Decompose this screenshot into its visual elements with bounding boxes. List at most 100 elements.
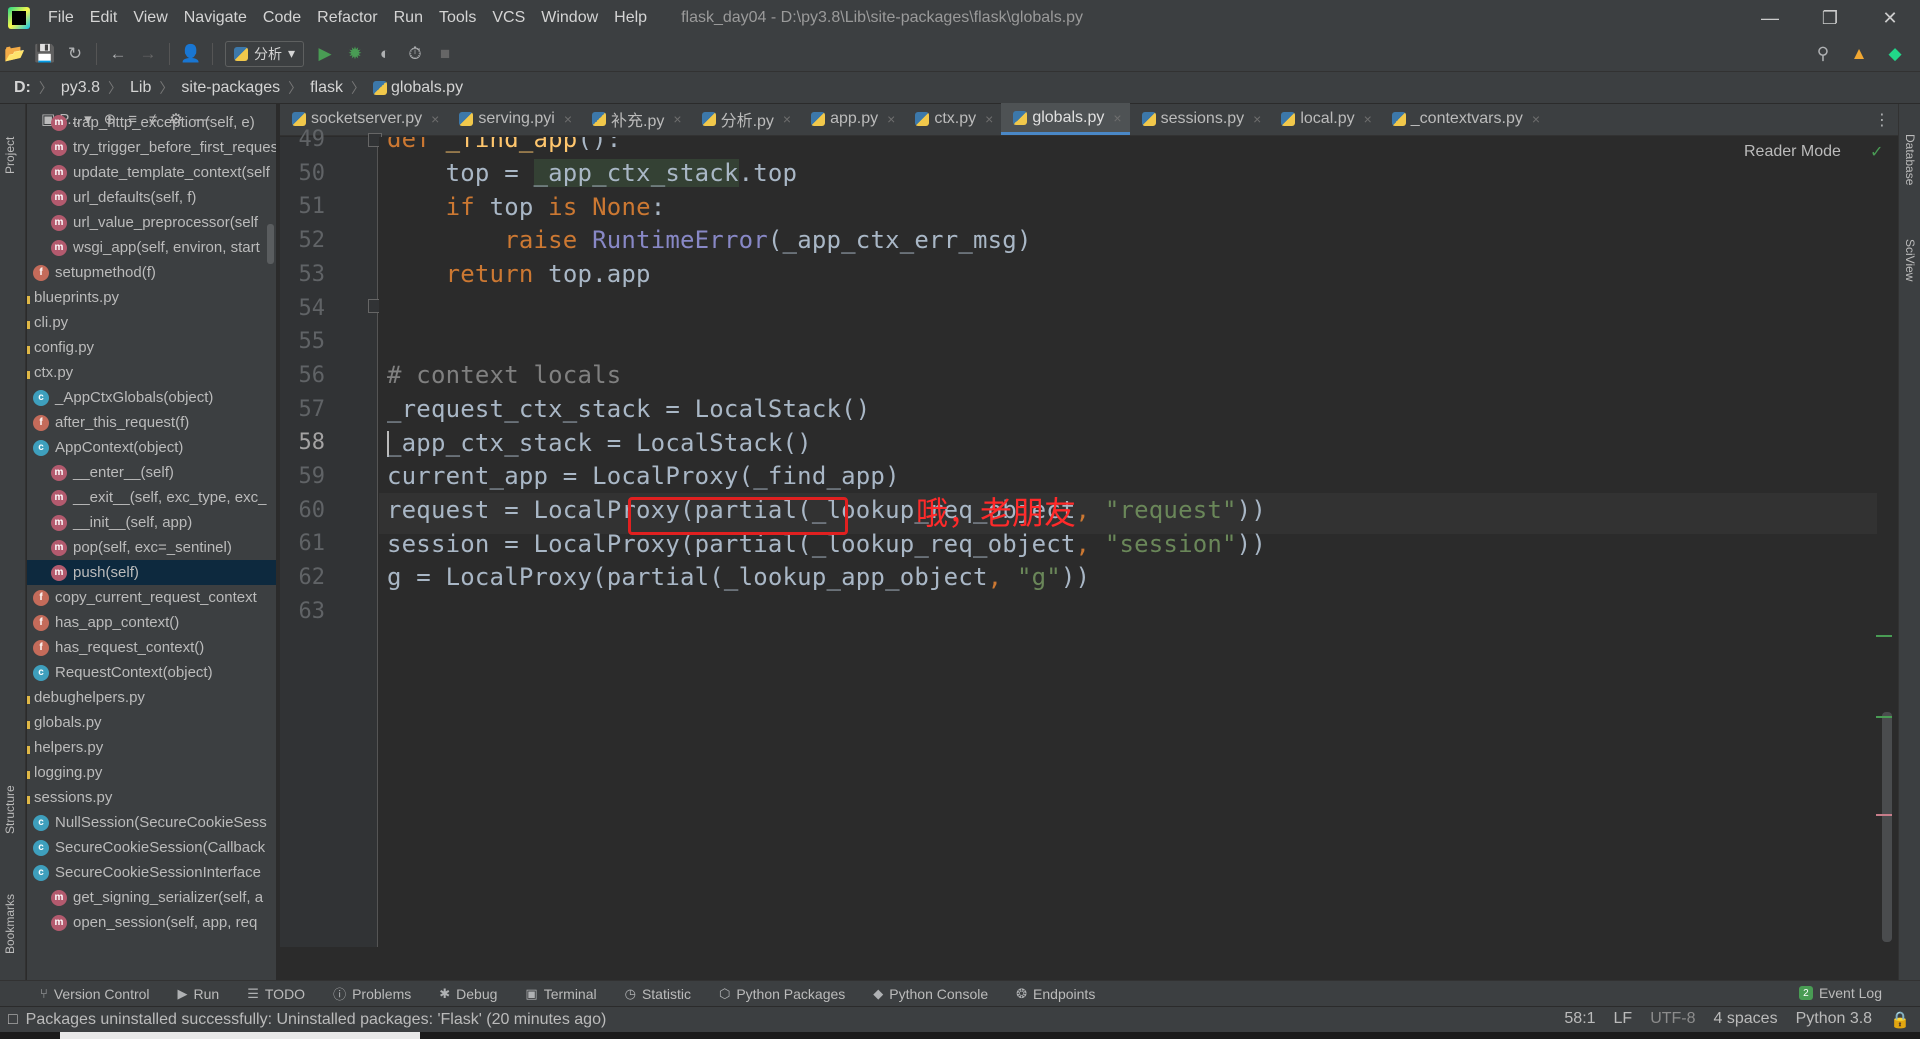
- profile-icon[interactable]: ⏱: [400, 39, 430, 69]
- tree-item[interactable]: m trap_http_exception(self, e): [27, 110, 276, 135]
- tool-window-button[interactable]: ◆ Python Console: [873, 986, 988, 1002]
- file-encoding[interactable]: UTF-8: [1650, 1010, 1695, 1030]
- run-icon[interactable]: ▶: [310, 39, 340, 69]
- editor-tab[interactable]: ctx.py ×: [903, 103, 1001, 135]
- tabs-menu-icon[interactable]: ⋮: [1874, 110, 1890, 130]
- structure-tool-button[interactable]: Structure: [3, 785, 17, 834]
- menu-help[interactable]: Help: [606, 0, 655, 36]
- event-log-button[interactable]: 2 Event Log: [1798, 985, 1882, 1001]
- breadcrumb-py38[interactable]: py3.8: [61, 79, 100, 97]
- tree-item[interactable]: m url_value_preprocessor(self: [27, 210, 276, 235]
- status-message[interactable]: □ Packages uninstalled successfully: Uni…: [8, 1011, 606, 1029]
- editor-tab[interactable]: app.py ×: [799, 103, 903, 135]
- tree-item[interactable]: m __enter__(self): [27, 460, 276, 485]
- open-folder-icon[interactable]: 📂: [0, 39, 30, 69]
- tree-item[interactable]: c RequestContext(object): [27, 660, 276, 685]
- menu-refactor[interactable]: Refactor: [309, 0, 385, 36]
- change-marker[interactable]: [1876, 716, 1892, 718]
- tree-item[interactable]: m open_session(self, app, req: [27, 910, 276, 935]
- tree-item[interactable]: m get_signing_serializer(self, a: [27, 885, 276, 910]
- change-marker[interactable]: [1876, 635, 1892, 637]
- tab-close-icon[interactable]: ×: [431, 111, 439, 127]
- breadcrumb-site-packages[interactable]: site-packages: [181, 79, 280, 97]
- tree-item[interactable]: m push(self): [27, 560, 276, 585]
- bookmarks-tool-button[interactable]: Bookmarks: [3, 894, 17, 954]
- menu-window[interactable]: Window: [533, 0, 606, 36]
- tree-item[interactable]: c AppContext(object): [27, 435, 276, 460]
- tree-item[interactable]: c SecureCookieSession(Callback: [27, 835, 276, 860]
- reader-mode-button[interactable]: Reader Mode: [1744, 143, 1841, 161]
- tree-item[interactable]: helpers.py: [27, 735, 276, 760]
- forward-arrow-icon[interactable]: →: [133, 39, 163, 69]
- stop-icon[interactable]: ■: [430, 39, 460, 69]
- tool-window-button[interactable]: ❂ Endpoints: [1016, 986, 1095, 1002]
- close-icon[interactable]: ✕: [1860, 0, 1920, 36]
- search-icon[interactable]: ⚲: [1808, 39, 1838, 69]
- tree-item[interactable]: m __exit__(self, exc_type, exc_: [27, 485, 276, 510]
- editor-tab[interactable]: 补充.py ×: [580, 103, 690, 135]
- jetbrains-icon[interactable]: ◆: [1880, 39, 1910, 69]
- tab-close-icon[interactable]: ×: [1113, 110, 1121, 126]
- tool-window-button[interactable]: ⬡ Python Packages: [719, 986, 845, 1002]
- menu-code[interactable]: Code: [255, 0, 309, 36]
- database-tool-button[interactable]: Database: [1903, 134, 1917, 185]
- back-arrow-icon[interactable]: ←: [103, 39, 133, 69]
- menu-file[interactable]: File: [40, 0, 82, 36]
- tree-item[interactable]: m update_template_context(self: [27, 160, 276, 185]
- user-icon[interactable]: 👤: [176, 39, 206, 69]
- restore-icon[interactable]: ❐: [1800, 0, 1860, 36]
- breadcrumb-lib[interactable]: Lib: [130, 79, 151, 97]
- tab-close-icon[interactable]: ×: [673, 111, 681, 127]
- minimize-icon[interactable]: —: [1740, 0, 1800, 36]
- lock-icon[interactable]: 🔒: [1890, 1010, 1910, 1030]
- tree-item[interactable]: config.py: [27, 335, 276, 360]
- tree-item[interactable]: c NullSession(SecureCookieSess: [27, 810, 276, 835]
- indent-setting[interactable]: 4 spaces: [1714, 1010, 1778, 1030]
- tree-item[interactable]: blueprints.py: [27, 285, 276, 310]
- tree-item[interactable]: f after_this_request(f): [27, 410, 276, 435]
- breadcrumb-drive[interactable]: D:: [14, 79, 31, 97]
- menu-tools[interactable]: Tools: [431, 0, 484, 36]
- tree-item[interactable]: m try_trigger_before_first_request: [27, 135, 276, 160]
- editor-tab[interactable]: sessions.py ×: [1130, 103, 1270, 135]
- tree-item[interactable]: sessions.py: [27, 785, 276, 810]
- tool-window-button[interactable]: ☰ TODO: [247, 986, 305, 1002]
- save-icon[interactable]: 💾: [30, 39, 60, 69]
- tree-item[interactable]: f setupmethod(f): [27, 260, 276, 285]
- editor-scrollbar[interactable]: [1882, 712, 1892, 942]
- debug-icon[interactable]: ✹: [340, 39, 370, 69]
- tree-item[interactable]: f copy_current_request_context: [27, 585, 276, 610]
- tab-close-icon[interactable]: ×: [564, 111, 572, 127]
- editor-tab[interactable]: serving.pyi ×: [447, 103, 580, 135]
- inspection-ok-icon[interactable]: ✓: [1870, 142, 1883, 162]
- breadcrumb-globals[interactable]: globals.py: [391, 79, 463, 97]
- tree-item[interactable]: c SecureCookieSessionInterface: [27, 860, 276, 885]
- menu-vcs[interactable]: VCS: [484, 0, 533, 36]
- run-config-select[interactable]: 分析 ▾: [225, 40, 305, 67]
- tree-item[interactable]: cli.py: [27, 310, 276, 335]
- breadcrumb-flask[interactable]: flask: [310, 79, 343, 97]
- coverage-icon[interactable]: ◐: [370, 39, 400, 69]
- interpreter-selector[interactable]: Python 3.8: [1796, 1010, 1873, 1030]
- tree-item[interactable]: m __init__(self, app): [27, 510, 276, 535]
- tab-close-icon[interactable]: ×: [887, 111, 895, 127]
- project-tool-button[interactable]: Project: [3, 137, 17, 174]
- change-marker[interactable]: [1876, 814, 1892, 816]
- tool-window-button[interactable]: ✱ Debug: [439, 986, 497, 1002]
- menu-edit[interactable]: Edit: [82, 0, 126, 36]
- project-scrollbar[interactable]: [267, 224, 274, 264]
- tab-close-icon[interactable]: ×: [1532, 111, 1540, 127]
- editor-tab[interactable]: local.py ×: [1269, 103, 1379, 135]
- code-editor[interactable]: def _find_app(): top = _app_ctx_stack.to…: [379, 137, 1877, 947]
- tool-window-button[interactable]: ▣ Terminal: [525, 986, 596, 1002]
- tree-item[interactable]: globals.py: [27, 710, 276, 735]
- editor-tab[interactable]: _contextvars.py ×: [1380, 103, 1548, 135]
- tab-close-icon[interactable]: ×: [1364, 111, 1372, 127]
- caret-position[interactable]: 58:1: [1564, 1010, 1595, 1030]
- tool-window-button[interactable]: ▶ Run: [178, 986, 220, 1002]
- sciview-tool-button[interactable]: SciView: [1903, 239, 1917, 281]
- tool-window-button[interactable]: ◷ Statistic: [625, 986, 691, 1002]
- update-icon[interactable]: ▲: [1844, 39, 1874, 69]
- tree-item[interactable]: c _AppCtxGlobals(object): [27, 385, 276, 410]
- tree-item[interactable]: f has_request_context(): [27, 635, 276, 660]
